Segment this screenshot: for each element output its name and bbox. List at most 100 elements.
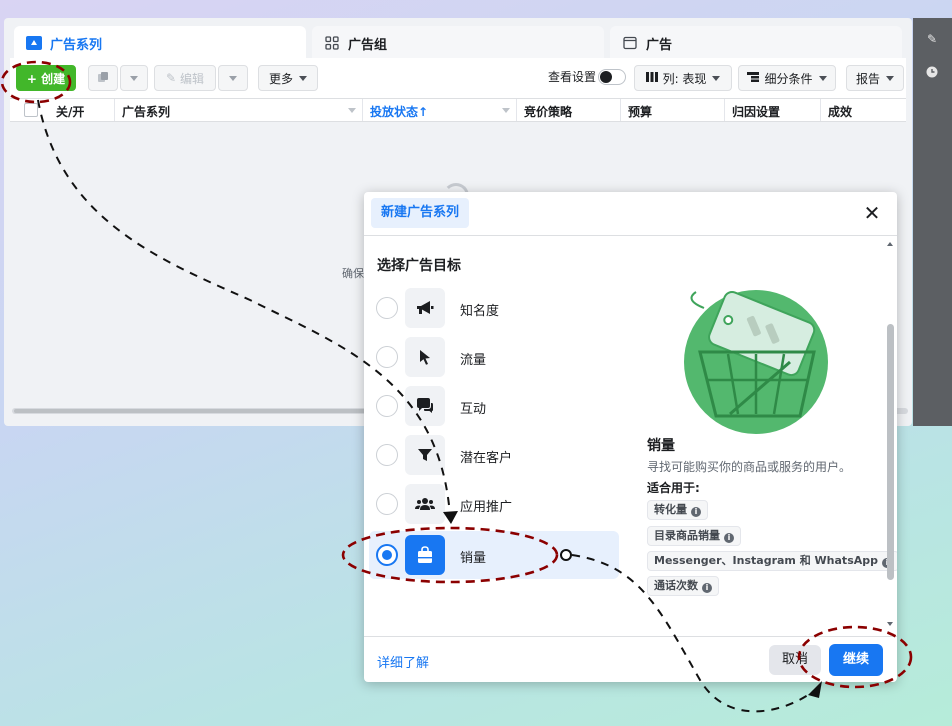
ad-window-icon xyxy=(622,36,638,50)
columns-button[interactable]: 列: 表现 xyxy=(634,65,732,91)
radio-button[interactable] xyxy=(376,444,398,466)
chevron-down-icon xyxy=(130,75,138,81)
option-label: 互动 xyxy=(460,402,487,417)
header-results[interactable]: 成效 xyxy=(828,103,852,120)
option-label: 销量 xyxy=(460,551,487,566)
tab-campaigns[interactable]: 广告系列 xyxy=(14,26,306,60)
objective-option-leads[interactable]: 潜在客户 xyxy=(369,431,619,479)
objective-option-sales[interactable]: 销量 xyxy=(369,531,619,579)
breakdown-label: 细分条件 xyxy=(764,71,813,86)
clock-icon[interactable] xyxy=(925,66,939,80)
people-icon xyxy=(405,484,445,524)
cancel-button[interactable]: 取消 xyxy=(769,645,821,675)
info-icon[interactable]: i xyxy=(691,507,701,517)
sales-illustration xyxy=(682,288,830,436)
columns-icon xyxy=(645,71,658,85)
tab-label: 广告 xyxy=(646,37,673,53)
dialog-scrollbar[interactable] xyxy=(886,242,894,632)
objective-option-awareness[interactable]: 知名度 xyxy=(369,284,619,332)
dialog-header: 新建广告系列 ✕ xyxy=(364,192,897,236)
dialog-tab-new-campaign[interactable]: 新建广告系列 xyxy=(371,198,470,228)
more-button[interactable]: 更多 xyxy=(258,65,318,91)
edit-button[interactable]: ✎ 编辑 xyxy=(154,65,216,91)
tab-label: 广告组 xyxy=(348,37,388,53)
columns-label: 列: 表现 xyxy=(662,71,707,86)
reports-label: 报告 xyxy=(855,71,880,86)
chip-label: 转化量 xyxy=(654,503,687,516)
sort-icon[interactable] xyxy=(348,108,356,113)
sort-icon[interactable] xyxy=(502,108,510,113)
select-all-checkbox[interactable] xyxy=(24,103,38,117)
tab-label: 广告系列 xyxy=(50,37,103,53)
header-campaign[interactable]: 广告系列 xyxy=(122,103,170,120)
header-delivery[interactable]: 投放状态↑ xyxy=(370,103,428,120)
option-label: 知名度 xyxy=(460,304,500,319)
objective-title: 选择广告目标 xyxy=(377,258,461,274)
option-label: 潜在客户 xyxy=(460,451,513,466)
duplicate-button[interactable] xyxy=(88,65,118,91)
chevron-down-icon xyxy=(886,75,894,81)
chip-catalog-sales: 目录商品销量 i xyxy=(647,526,741,546)
tab-ad-sets[interactable]: 广告组 xyxy=(312,26,604,60)
close-icon[interactable]: ✕ xyxy=(861,202,883,224)
create-button[interactable]: + 创建 xyxy=(16,65,76,91)
megaphone-icon xyxy=(405,288,445,328)
chevron-down-icon xyxy=(818,75,827,81)
funnel-icon xyxy=(405,435,445,475)
edit-label: 编辑 xyxy=(180,71,205,86)
objective-option-traffic[interactable]: 流量 xyxy=(369,333,619,381)
chip-messaging: Messenger、Instagram 和 WhatsAppi xyxy=(647,551,897,571)
new-campaign-dialog: 新建广告系列 ✕ 选择广告目标 知名度 流量 互动 潜在客户 应用推广 销量 销… xyxy=(364,192,897,682)
chip-label: 目录商品销量 xyxy=(654,529,720,542)
chat-bubbles-icon xyxy=(405,386,445,426)
chip-calls: 通话次数 i xyxy=(647,576,719,596)
chevron-down-icon xyxy=(299,75,307,81)
header-bid-strategy[interactable]: 竞价策略 xyxy=(524,103,572,120)
chip-label: Messenger、Instagram 和 WhatsApp xyxy=(654,554,879,567)
view-settings-toggle[interactable] xyxy=(598,69,626,85)
radio-button[interactable] xyxy=(376,493,398,515)
header-attribution[interactable]: 归因设置 xyxy=(732,103,780,120)
radio-button[interactable] xyxy=(376,395,398,417)
radio-button[interactable] xyxy=(376,346,398,368)
radio-button[interactable] xyxy=(376,297,398,319)
header-on-off[interactable]: 关/开 xyxy=(56,103,84,120)
shopping-bag-icon xyxy=(405,535,445,575)
header-budget[interactable]: 预算 xyxy=(628,103,652,120)
reports-button[interactable]: 报告 xyxy=(846,65,904,91)
breakdown-button[interactable]: 细分条件 xyxy=(738,65,836,91)
cursor-icon xyxy=(405,337,445,377)
option-label: 应用推广 xyxy=(460,500,513,515)
right-rail: ✎ xyxy=(913,18,952,426)
objective-option-app-promotion[interactable]: 应用推广 xyxy=(369,480,619,528)
learn-more-link[interactable]: 详细了解 xyxy=(377,652,429,671)
tab-ads[interactable]: 广告 xyxy=(610,26,902,60)
detail-fit-label: 适合用于: xyxy=(647,481,700,495)
info-icon[interactable]: i xyxy=(724,533,734,543)
empty-hint-text: 确保 xyxy=(342,267,364,280)
view-settings-label: 查看设置 xyxy=(548,70,597,84)
breakdown-icon xyxy=(747,71,760,85)
dialog-footer: 详细了解 取消 继续 xyxy=(364,636,897,682)
edit-dropdown-button[interactable] xyxy=(218,65,248,91)
duplicate-dropdown-button[interactable] xyxy=(120,65,148,91)
objective-option-engagement[interactable]: 互动 xyxy=(369,382,619,430)
continue-button[interactable]: 继续 xyxy=(829,644,883,676)
pencil-icon: ✎ xyxy=(165,71,177,85)
more-label: 更多 xyxy=(268,71,293,86)
radio-button-selected[interactable] xyxy=(376,544,398,566)
chevron-down-icon xyxy=(712,75,721,81)
toolbar: + 创建 ✎ 编辑 更多 查看设置 列: 表现 细分条件 报告 xyxy=(10,58,906,98)
info-icon[interactable]: i xyxy=(702,583,712,593)
pencil-icon[interactable]: ✎ xyxy=(925,32,939,46)
chevron-down-icon xyxy=(229,75,237,81)
arrowhead-icon xyxy=(808,681,822,698)
table-header: 关/开 广告系列 投放状态↑ 竞价策略 预算 归因设置 成效 xyxy=(10,98,906,122)
create-label: + 创建 xyxy=(26,71,66,86)
detail-description: 寻找可能购买你的商品或服务的用户。 xyxy=(647,460,852,474)
chip-conversions: 转化量 i xyxy=(647,500,708,520)
folder-icon xyxy=(26,36,42,50)
option-label: 流量 xyxy=(460,353,487,368)
detail-title: 销量 xyxy=(647,438,675,454)
grid-icon xyxy=(324,36,340,50)
